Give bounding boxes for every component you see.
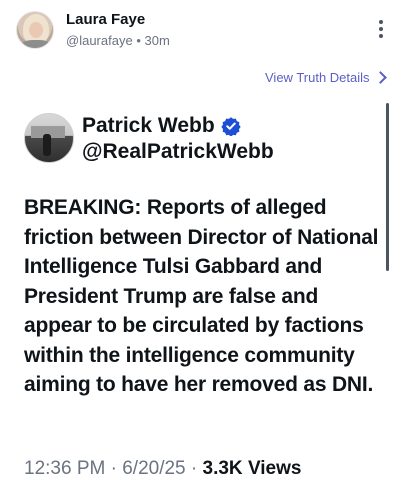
reposter-meta: @laurafaye • 30m [66,33,170,48]
scrollbar[interactable] [386,103,389,271]
meta-dot: · [190,458,198,479]
view-details-label: View Truth Details [265,70,370,85]
repost-header: Laura Faye @laurafaye • 30m [0,0,409,62]
reposter-time: 30m [144,33,170,48]
views-count: 3.3K [202,458,243,479]
post-meta-footer: 12:36 PM · 6/20/25 · 3.3K Views [24,458,301,480]
author-name-row[interactable]: Patrick Webb [82,114,241,138]
more-vertical-icon[interactable] [376,20,386,42]
meta-separator: • [136,33,141,48]
reposter-name[interactable]: Laura Faye [66,11,145,28]
reposter-avatar[interactable] [16,11,54,49]
verified-badge-icon [220,117,241,136]
author-handle[interactable]: @RealPatrickWebb [82,140,274,164]
reposter-handle[interactable]: @laurafaye [66,33,133,48]
author-name[interactable]: Patrick Webb [82,114,215,138]
view-truth-details-link[interactable]: View Truth Details [265,70,387,85]
avatar-person [43,134,51,156]
views-label: Views [247,458,302,479]
chevron-right-icon [373,71,387,84]
author-avatar[interactable] [24,113,74,163]
post-time: 12:36 PM [24,458,106,479]
post-text: BREAKING: Reports of alleged friction be… [24,196,379,396]
avatar-face [29,22,43,38]
avatar-body [21,40,51,48]
meta-dot: · [110,458,117,479]
post-date: 6/20/25 [122,458,186,479]
